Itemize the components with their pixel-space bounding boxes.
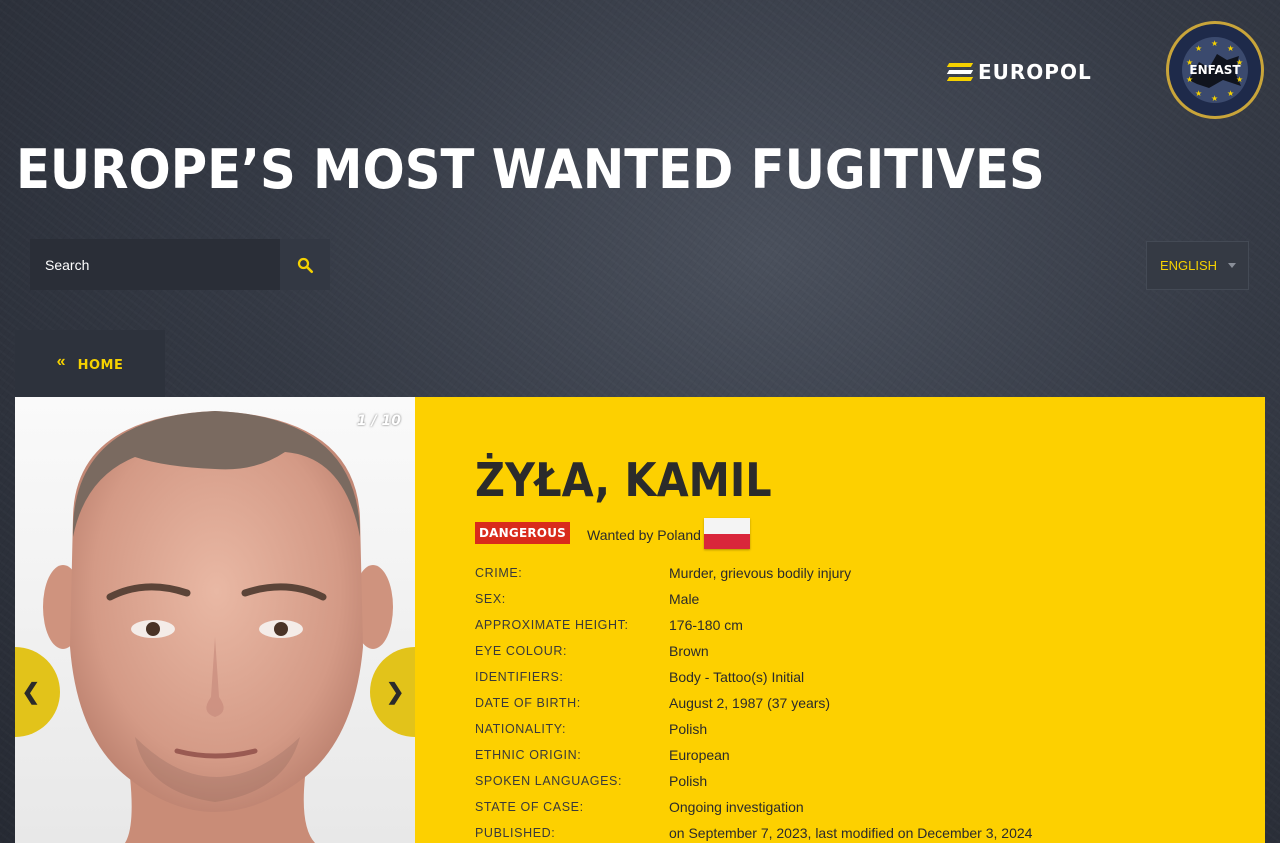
detail-value: European (669, 747, 730, 763)
detail-row-height: APPROXIMATE HEIGHT: 176-180 cm (475, 617, 1235, 643)
search-input[interactable] (30, 239, 280, 290)
dangerous-badge: DANGEROUS (475, 522, 570, 544)
europol-mark-icon (946, 63, 974, 81)
detail-value: 176-180 cm (669, 617, 743, 633)
detail-row-identifiers: IDENTIFIERS: Body - Tattoo(s) Initial (475, 669, 1235, 695)
chevron-right-icon: ❯ (386, 679, 405, 704)
detail-label: EYE COLOUR: (475, 644, 568, 658)
detail-label: NATIONALITY: (475, 722, 567, 736)
enfast-logo-text: ENFAST (1189, 63, 1241, 77)
svg-text:★: ★ (1211, 39, 1218, 48)
detail-row-crime: CRIME: Murder, grievous bodily injury (475, 565, 1235, 591)
detail-row-spoken-languages: SPOKEN LANGUAGES: Polish (475, 773, 1235, 799)
enfast-logo[interactable]: ★ ★ ★ ★ ★ ★ ★ ★ ★ ★ ENFAST (1165, 20, 1265, 120)
europol-logo-text: EUROPOL (978, 60, 1092, 84)
detail-value: Brown (669, 643, 709, 659)
detail-label: IDENTIFIERS: (475, 670, 564, 684)
detail-label: SEX: (475, 592, 506, 606)
detail-label: DATE OF BIRTH: (475, 696, 581, 710)
detail-row-state-of-case: STATE OF CASE: Ongoing investigation (475, 799, 1235, 825)
detail-row-eye-colour: EYE COLOUR: Brown (475, 643, 1235, 669)
fugitive-name: ŻYŁA, KAMIL (475, 453, 772, 507)
detail-label: APPROXIMATE HEIGHT: (475, 618, 629, 632)
detail-value: Body - Tattoo(s) Initial (669, 669, 805, 685)
chevron-left-icon: ❮ (21, 679, 40, 704)
svg-text:★: ★ (1227, 44, 1234, 53)
double-chevron-left-icon: « (56, 352, 66, 370)
language-selected: ENGLISH (1160, 258, 1218, 273)
photo-counter: 1 / 10 (356, 413, 401, 429)
detail-value: Murder, grievous bodily injury (669, 565, 852, 581)
detail-value: Male (669, 591, 700, 607)
detail-value: Polish (669, 773, 708, 789)
detail-row-ethnic-origin: ETHNIC ORIGIN: European (475, 747, 1235, 773)
europol-logo[interactable]: EUROPOL (946, 60, 1124, 84)
detail-label: CRIME: (475, 566, 523, 580)
detail-value: Ongoing investigation (669, 799, 804, 815)
wanted-by-text: Wanted by Poland (587, 527, 701, 543)
fugitive-photo (15, 397, 415, 843)
detail-label: SPOKEN LANGUAGES: (475, 774, 623, 788)
svg-text:★: ★ (1211, 94, 1218, 103)
svg-text:★: ★ (1227, 89, 1234, 98)
svg-text:★: ★ (1195, 44, 1202, 53)
detail-value: August 2, 1987 (37 years) (669, 695, 831, 711)
search-button[interactable] (280, 239, 330, 290)
detail-row-nationality: NATIONALITY: Polish (475, 721, 1235, 747)
detail-row-date-of-birth: DATE OF BIRTH: August 2, 1987 (37 years) (475, 695, 1235, 721)
detail-row-sex: SEX: Male (475, 591, 1235, 617)
svg-text:★: ★ (1195, 89, 1202, 98)
language-select[interactable]: ENGLISH (1146, 241, 1249, 290)
detail-label: PUBLISHED: (475, 826, 556, 840)
fugitive-photo-panel: 1 / 10 ❮ ❯ (15, 397, 415, 843)
detail-value: on September 7, 2023, last modified on D… (669, 825, 1033, 841)
home-label: HOME (77, 358, 124, 373)
detail-label: ETHNIC ORIGIN: (475, 748, 582, 762)
detail-value: Polish (669, 721, 708, 737)
home-link[interactable]: « HOME (15, 330, 165, 397)
search-box (30, 239, 330, 290)
detail-label: STATE OF CASE: (475, 800, 584, 814)
detail-row-published: PUBLISHED: on September 7, 2023, last mo… (475, 825, 1235, 843)
search-icon (297, 257, 314, 273)
chevron-down-icon (1228, 263, 1236, 268)
poland-flag-icon (704, 518, 750, 549)
fugitive-info-panel: ŻYŁA, KAMIL DANGEROUS Wanted by Poland C… (415, 397, 1265, 843)
page-title: EUROPE’S MOST WANTED FUGITIVES (16, 138, 1045, 201)
fugitive-details: CRIME: Murder, grievous bodily injury SE… (475, 565, 1235, 843)
